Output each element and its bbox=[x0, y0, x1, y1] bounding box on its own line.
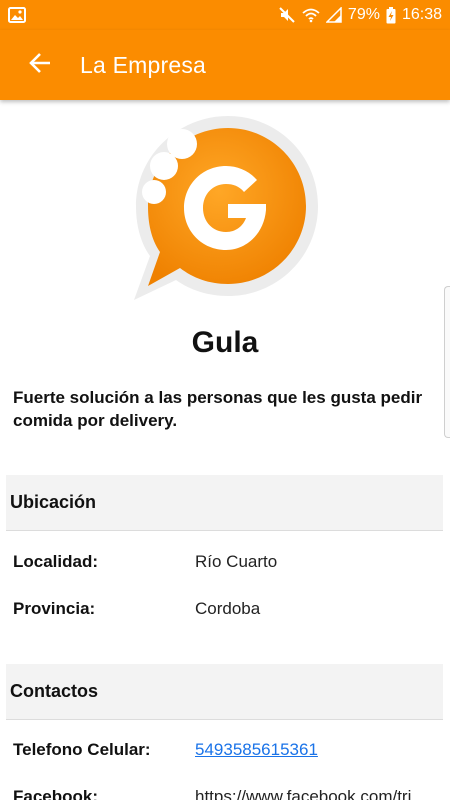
provincia-label: Provincia: bbox=[13, 599, 96, 618]
section-header-ubicacion: Ubicación bbox=[6, 475, 443, 531]
row-provincia: Provincia: Cordoba bbox=[13, 597, 443, 621]
clock: 16:38 bbox=[401, 6, 442, 23]
section-header-contactos: Contactos bbox=[6, 664, 443, 720]
battery-percent: 79% bbox=[347, 6, 380, 23]
mute-icon bbox=[278, 6, 296, 24]
wifi-icon bbox=[302, 7, 320, 23]
provincia-value: Cordoba bbox=[195, 599, 261, 618]
company-logo bbox=[130, 114, 320, 304]
app-bar: La Empresa bbox=[0, 30, 450, 100]
localidad-value: Río Cuarto bbox=[195, 552, 278, 571]
localidad-label: Localidad: bbox=[13, 552, 99, 571]
row-localidad: Localidad: Río Cuarto bbox=[13, 550, 443, 574]
company-detail[interactable]: Gula Fuerte solución a las personas que … bbox=[0, 100, 450, 800]
facebook-link[interactable]: https://www.facebook.com/tri bbox=[195, 787, 411, 800]
facebook-label: Facebook: bbox=[13, 787, 99, 800]
scroll-handle[interactable] bbox=[444, 286, 450, 438]
telefono-label: Telefono Celular: bbox=[13, 740, 151, 759]
page-title: La Empresa bbox=[80, 51, 207, 78]
row-telefono: Telefono Celular: 5493585615361 bbox=[13, 738, 443, 762]
company-name: Gula bbox=[191, 326, 259, 359]
battery-charging-icon bbox=[386, 6, 396, 24]
back-button[interactable] bbox=[0, 30, 80, 100]
status-bar: 79% 16:38 bbox=[0, 0, 450, 30]
telefono-link[interactable]: 5493585615361 bbox=[195, 740, 318, 760]
signal-icon bbox=[325, 7, 342, 23]
company-description: Fuerte solución a las personas que les g… bbox=[13, 388, 423, 430]
image-icon bbox=[8, 7, 26, 23]
arrow-back-icon bbox=[29, 52, 51, 79]
row-facebook: Facebook: https://www.facebook.com/tri bbox=[13, 785, 443, 800]
